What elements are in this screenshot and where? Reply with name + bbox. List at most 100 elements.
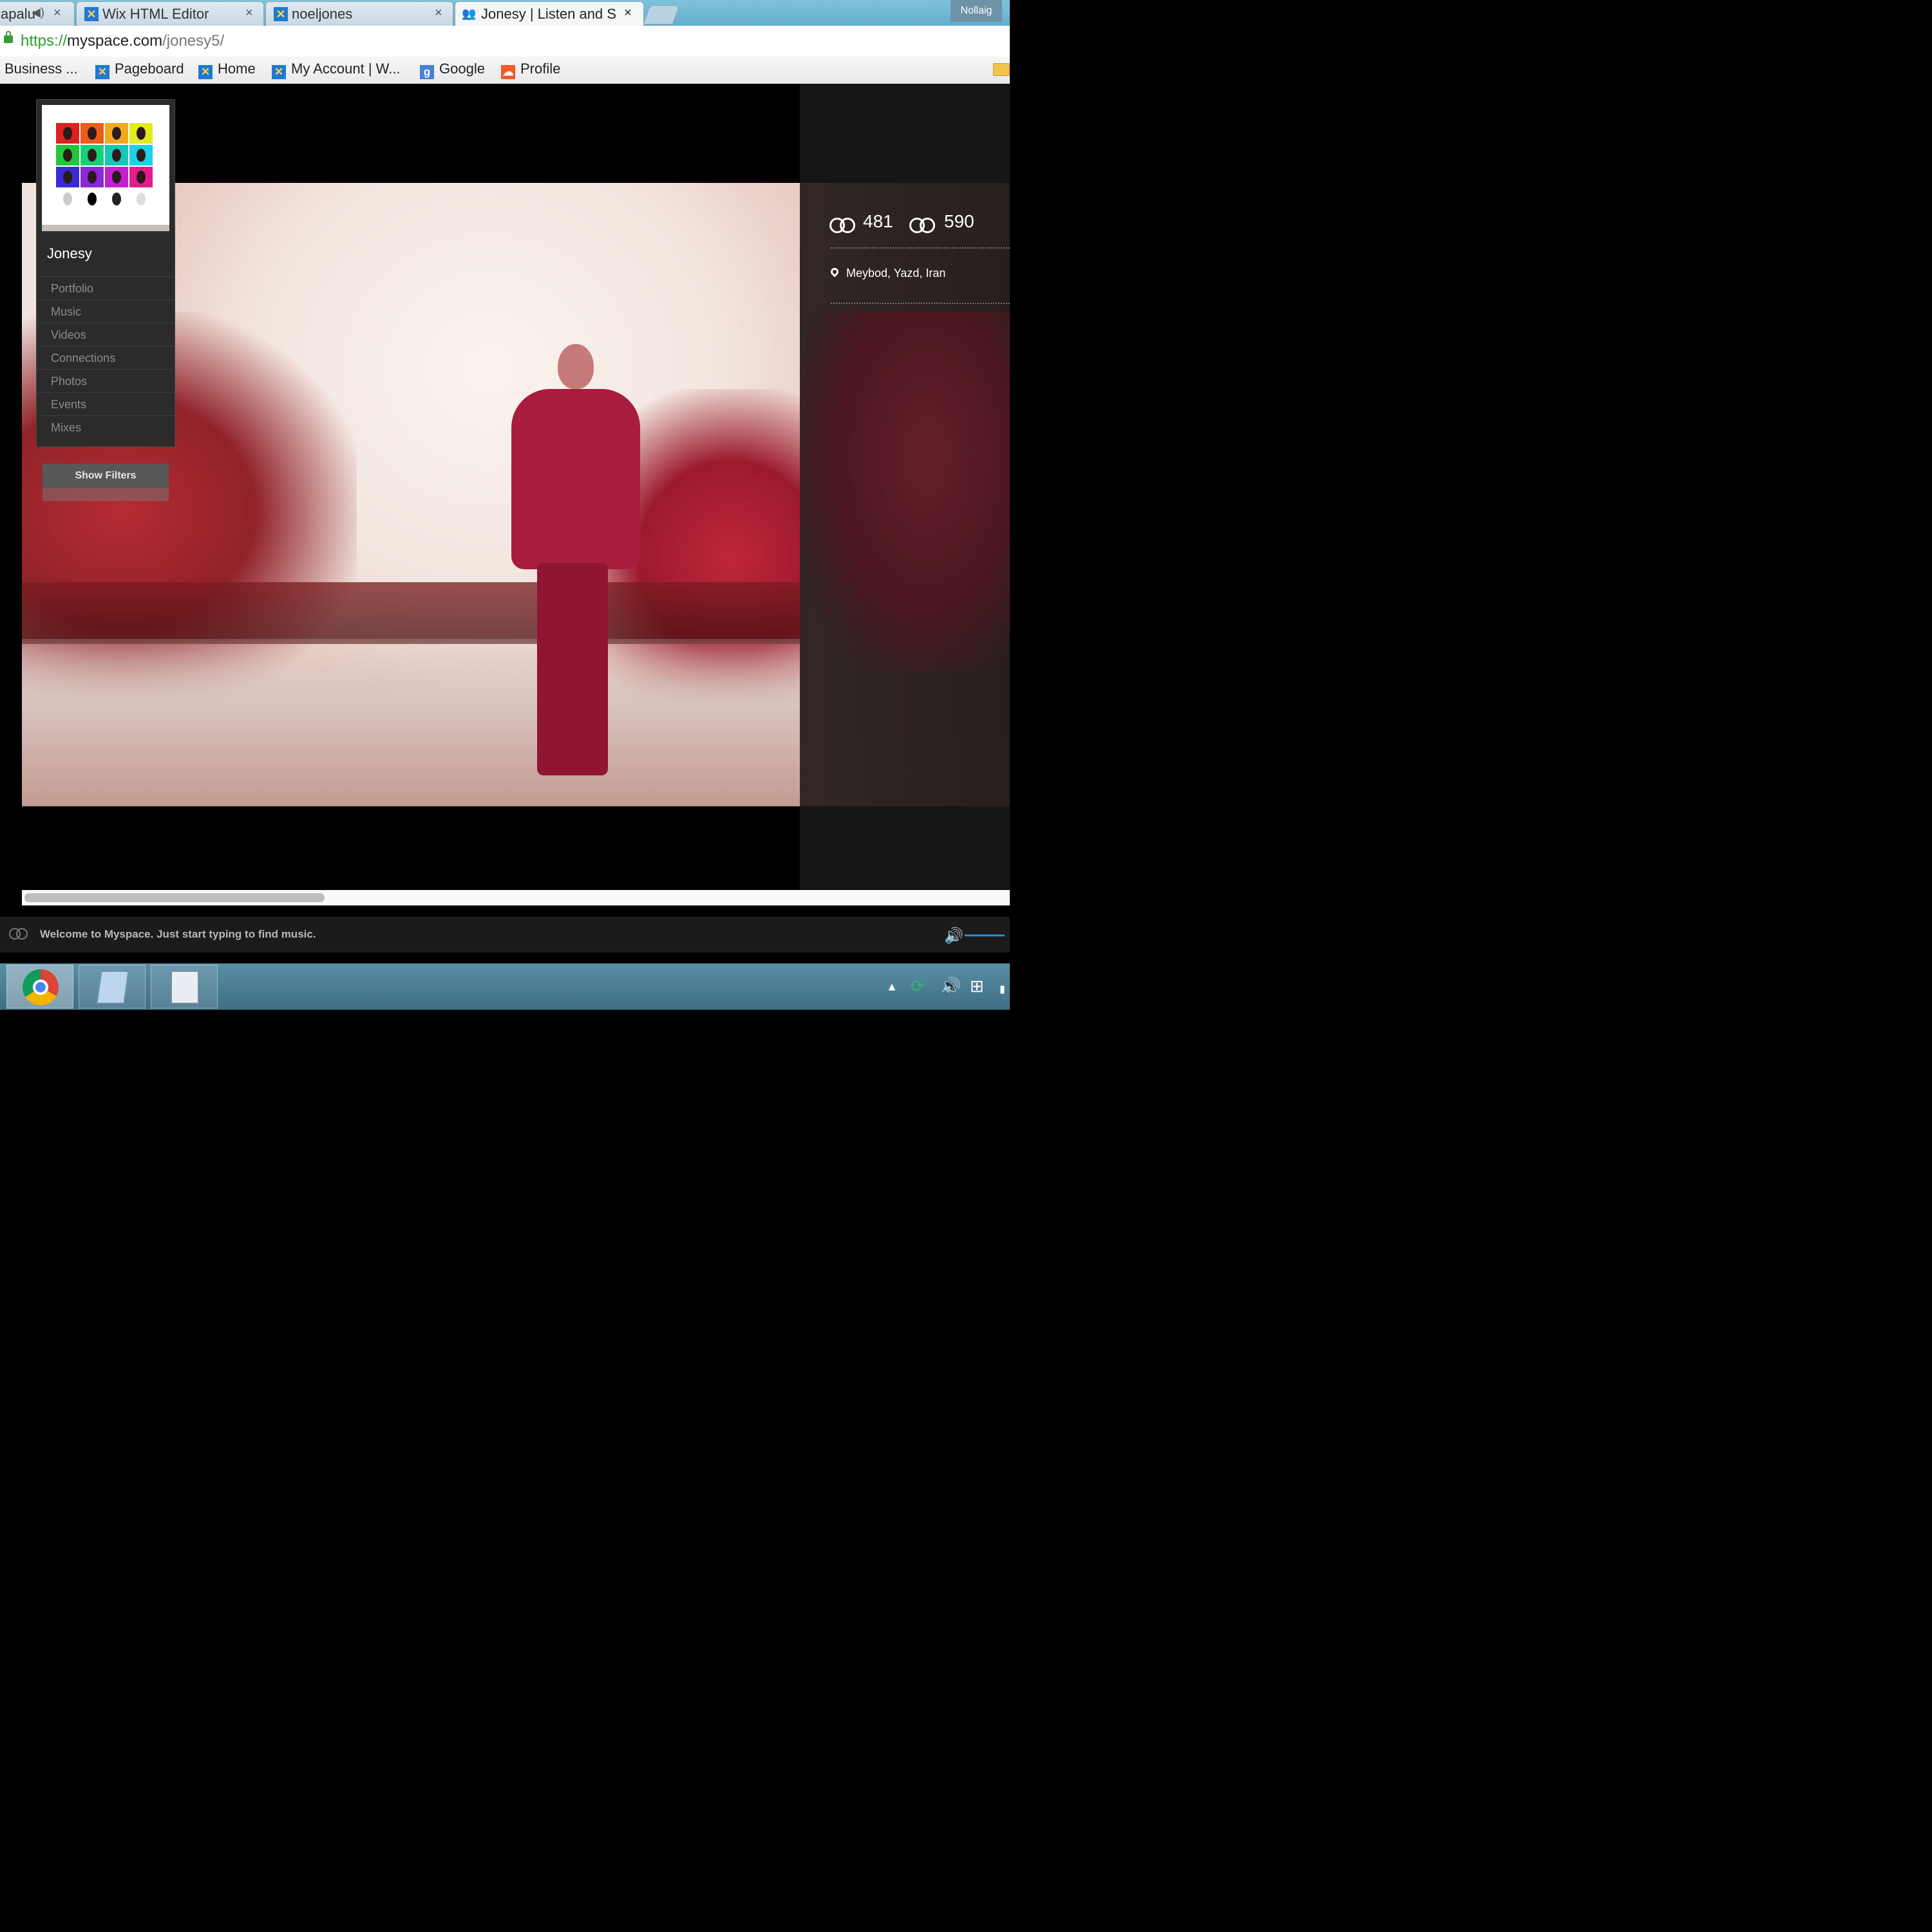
- close-icon[interactable]: ×: [435, 6, 442, 21]
- bookmark-profile[interactable]: ☁ Profile: [501, 61, 560, 79]
- bookmark-home[interactable]: ✕ Home: [198, 61, 256, 79]
- pop-cell: [105, 145, 128, 166]
- windows-flag-icon[interactable]: ⊞: [970, 976, 984, 996]
- new-tab-button[interactable]: [643, 5, 680, 24]
- pop-face: [88, 127, 97, 140]
- wix-icon: ✕: [198, 65, 213, 79]
- player-bar: Welcome to Myspace. Just start typing to…: [0, 917, 1010, 952]
- document-icon: [171, 971, 199, 1004]
- tab-label: apalu: [1, 6, 35, 22]
- google-icon: g: [420, 65, 434, 79]
- nav-item-events[interactable]: Events: [37, 392, 175, 415]
- close-icon[interactable]: ×: [245, 6, 253, 21]
- scrollbar-thumb[interactable]: [24, 893, 325, 902]
- user-badge[interactable]: Nollaig: [951, 0, 1002, 22]
- bookmark-business[interactable]: l Business ...: [0, 61, 78, 77]
- connect-rings-icon[interactable]: [909, 218, 938, 234]
- pop-face: [112, 149, 121, 162]
- cover-person-head: [558, 344, 594, 389]
- horizontal-scrollbar[interactable]: [22, 890, 1010, 905]
- pop-face: [63, 127, 72, 140]
- volume-slider[interactable]: [965, 934, 1005, 936]
- pop-face: [137, 193, 146, 205]
- show-filters-button[interactable]: Show Filters: [43, 464, 169, 488]
- taskbar: ▲ ⟳ 🔊 ⊞ ▮: [0, 963, 1010, 1010]
- pop-face: [63, 149, 72, 162]
- nav-item-music[interactable]: Music: [37, 299, 175, 323]
- nav-item-mixes[interactable]: Mixes: [37, 415, 175, 439]
- folder-icon[interactable]: [993, 63, 1010, 76]
- profile-nav: Portfolio Music Videos Connections Photo…: [37, 276, 175, 439]
- tab-noeljones[interactable]: ✕ noeljones ×: [265, 1, 453, 26]
- cover-person-legs: [537, 563, 608, 775]
- cover-ground: [22, 639, 800, 806]
- pop-face: [112, 171, 121, 184]
- bookmark-pageboard[interactable]: ✕ Pageboard: [95, 61, 184, 79]
- nav-item-portfolio[interactable]: Portfolio: [37, 276, 175, 299]
- pop-cell: [129, 123, 153, 144]
- pop-cell: [129, 189, 153, 209]
- pop-cell: [129, 167, 153, 187]
- url-field[interactable]: https://myspace.com/jonesy5/: [21, 32, 224, 50]
- connect-rings-icon[interactable]: [829, 218, 858, 234]
- pop-cell: [56, 145, 79, 166]
- close-icon[interactable]: ×: [53, 6, 61, 21]
- pop-cell: [56, 123, 79, 144]
- myspace-logo-icon[interactable]: [9, 928, 28, 941]
- url-host: myspace.com: [67, 32, 163, 50]
- pop-face: [88, 171, 97, 184]
- wix-icon: ✕: [95, 65, 109, 79]
- pop-cell: [105, 189, 128, 209]
- bookmarks-bar: l Business ... ✕ Pageboard ✕ Home ✕ My Acco…: [0, 57, 1010, 84]
- speaker-icon[interactable]: 🔊: [940, 976, 961, 996]
- pop-face: [137, 149, 146, 162]
- bookmark-label: Google: [439, 61, 485, 77]
- sync-icon[interactable]: ⟳: [911, 976, 925, 996]
- bookmark-my-account[interactable]: ✕ My Account | W...: [272, 61, 401, 79]
- profile-card: Jonesy Portfolio Music Videos Connection…: [36, 99, 175, 447]
- bookmark-label: Profile: [520, 61, 561, 77]
- address-bar[interactable]: https://myspace.com/jonesy5/: [0, 26, 1010, 57]
- network-icon[interactable]: ▮: [999, 983, 1005, 996]
- divider: [831, 303, 1010, 304]
- volume-icon[interactable]: 🔊: [944, 927, 963, 945]
- nav-item-videos[interactable]: Videos: [37, 323, 175, 346]
- bookmark-label: Home: [218, 61, 256, 77]
- connections-out-count[interactable]: 590: [944, 211, 974, 232]
- tray-expand-icon[interactable]: ▲: [886, 980, 898, 994]
- tab-label: Jonesy | Listen and S: [481, 6, 616, 22]
- speaker-icon: ◀): [32, 6, 44, 19]
- pop-face: [137, 171, 146, 184]
- nav-item-connections[interactable]: Connections: [37, 346, 175, 369]
- url-path: /jonesy5/: [162, 32, 225, 50]
- connections-in-count[interactable]: 481: [863, 211, 893, 232]
- pop-face: [112, 127, 121, 140]
- pop-cell: [56, 189, 79, 209]
- bookmark-google[interactable]: g Google: [420, 61, 485, 79]
- player-message[interactable]: Welcome to Myspace. Just start typing to…: [40, 928, 316, 941]
- avatar[interactable]: [42, 105, 169, 231]
- close-icon[interactable]: ×: [624, 6, 632, 21]
- tab-wix-html-editor[interactable]: ✕ Wix HTML Editor ×: [76, 1, 264, 26]
- myspace-people-icon: 👥: [462, 7, 477, 20]
- taskbar-notepad[interactable]: [79, 965, 146, 1009]
- notepad-icon: [96, 971, 129, 1004]
- pop-cell: [56, 167, 79, 187]
- tab-label: Wix HTML Editor: [102, 6, 209, 22]
- cover-person-torso: [511, 389, 640, 569]
- chrome-icon: [23, 969, 59, 1005]
- bookmark-label: l Business ...: [0, 61, 78, 77]
- tab-apalu[interactable]: apalu ◀) ×: [0, 1, 75, 26]
- taskbar-chrome[interactable]: [6, 965, 73, 1009]
- taskbar-document[interactable]: [151, 965, 218, 1009]
- tab-jonesy[interactable]: 👥 Jonesy | Listen and S ×: [455, 1, 644, 26]
- pop-cell: [129, 145, 153, 166]
- bookmark-label: My Account | W...: [291, 61, 401, 77]
- url-scheme: https://: [21, 32, 68, 50]
- pop-cell: [80, 189, 104, 209]
- nav-item-photos[interactable]: Photos: [37, 369, 175, 392]
- cover-wall: [22, 582, 800, 644]
- lock-icon[interactable]: [4, 31, 13, 43]
- cover-trees-far: [800, 312, 1010, 672]
- pop-face: [88, 149, 97, 162]
